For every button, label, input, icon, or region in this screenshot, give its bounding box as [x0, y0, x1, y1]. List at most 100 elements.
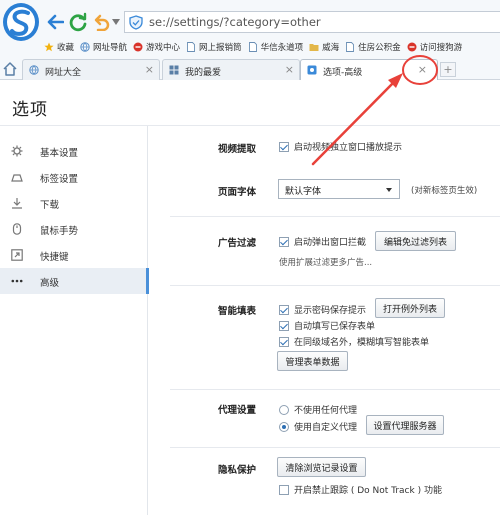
section-label: 页面字体	[218, 187, 257, 198]
open-exceptions-button[interactable]: 打开例外列表	[375, 298, 445, 318]
bookmark-item[interactable]: 收藏	[44, 38, 74, 56]
new-tab-button[interactable]: +	[440, 62, 456, 77]
no-proxy-option[interactable]: 不使用任何代理	[279, 403, 357, 416]
bookmark-item[interactable]: 华信永道项	[248, 38, 304, 56]
page-title: 选项	[12, 100, 48, 120]
checkbox[interactable]	[279, 336, 289, 347]
settings-sidebar: 基本设置 标签设置 下载 鼠标手势 快捷键 高级	[0, 126, 149, 515]
bookmark-item[interactable]: 威海	[309, 38, 339, 56]
shield-icon	[129, 15, 143, 30]
close-icon[interactable]: ×	[418, 63, 427, 76]
option-text: 自动填写已保存表单	[294, 322, 376, 332]
bookmark-label: 威海	[322, 43, 340, 53]
section-label: 智能填表	[218, 306, 257, 317]
close-icon[interactable]: ×	[285, 63, 294, 76]
checkbox[interactable]	[279, 236, 289, 247]
clear-history-settings-button[interactable]: 清除浏览记录设置	[277, 457, 366, 477]
sidebar-item-tabs[interactable]: 标签设置	[0, 164, 148, 190]
bookmark-item[interactable]: 游戏中心	[133, 38, 180, 56]
sidebar-item-download[interactable]: 下载	[0, 190, 148, 216]
tab-settings-advanced[interactable]: 选项-高级 ×	[300, 59, 438, 80]
more-filters-link[interactable]: 使用扩展过滤更多广告...	[279, 256, 372, 268]
chevron-down-icon[interactable]	[112, 19, 120, 25]
section-label: 广告过滤	[218, 238, 257, 249]
sidebar-item-mouse-gestures[interactable]: 鼠标手势	[0, 216, 148, 242]
sidebar-item-label: 高级	[40, 278, 60, 289]
section-proxy: 代理设置 不使用任何代理 使用自定义代理 设置代理服务器	[149, 390, 500, 447]
globe-icon	[80, 42, 90, 52]
sidebar-item-advanced[interactable]: 高级	[0, 268, 149, 294]
globe-icon	[29, 65, 39, 75]
page-icon	[187, 42, 195, 52]
sidebar-item-label: 快捷键	[40, 252, 69, 263]
download-icon	[12, 198, 22, 209]
bookmark-item[interactable]: 住房公积金	[345, 38, 401, 56]
fuzzy-fill-option[interactable]: 在同级域名外，模糊填写智能表单	[279, 335, 429, 348]
bookmark-label: 收藏	[57, 43, 75, 53]
star-icon	[44, 42, 54, 52]
video-popup-option[interactable]: 启动视频独立窗口播放提示	[279, 140, 402, 153]
sidebar-item-label: 标签设置	[40, 174, 79, 185]
mouse-icon	[12, 223, 22, 235]
tab-strip: 网址大全 × 我的最爱 × 选项-高级 × +	[0, 58, 500, 80]
edit-whitelist-button[interactable]: 编辑免过滤列表	[375, 231, 456, 251]
refresh-icon[interactable]	[68, 12, 88, 32]
option-text: 不使用任何代理	[294, 406, 358, 416]
close-icon[interactable]: ×	[145, 63, 154, 76]
more-icon	[11, 279, 23, 283]
sidebar-item-label: 基本设置	[40, 148, 79, 159]
tab-label: 网址大全	[45, 68, 82, 78]
radio[interactable]	[279, 421, 289, 432]
tab-url-directory[interactable]: 网址大全 ×	[22, 59, 160, 80]
bookmark-label: 游戏中心	[146, 43, 181, 53]
game-icon	[407, 42, 417, 52]
bookmark-item[interactable]: 网上报销筒	[186, 38, 242, 56]
sidebar-item-label: 下载	[40, 200, 60, 211]
browser-chrome: se://settings/?category=other 收藏 网址导航 游戏中心…	[0, 0, 500, 80]
tab-favorites[interactable]: 我的最爱 ×	[162, 59, 300, 80]
bookmark-label: 华信永道项	[260, 43, 304, 53]
bookmark-label: 网址导航	[93, 43, 128, 53]
font-select[interactable]: 默认字体	[278, 179, 400, 199]
settings-page-icon	[307, 65, 317, 75]
bookmark-item[interactable]: 网址导航	[80, 38, 127, 56]
radio[interactable]	[279, 404, 289, 415]
checkbox[interactable]	[279, 484, 289, 495]
back-icon[interactable]	[46, 14, 64, 30]
shortcut-icon	[11, 249, 23, 261]
section-label: 代理设置	[218, 405, 257, 416]
option-text: 在同级域名外，模糊填写智能表单	[294, 338, 430, 348]
page-icon	[346, 42, 355, 52]
sidebar-item-label: 鼠标手势	[40, 226, 79, 237]
gear-icon	[11, 145, 23, 157]
grid-icon	[169, 65, 179, 75]
checkbox[interactable]	[279, 141, 289, 152]
bookmark-item[interactable]: 访问搜狗游	[407, 38, 463, 56]
sidebar-item-shortcuts[interactable]: 快捷键	[0, 242, 148, 268]
undo-icon[interactable]	[92, 13, 110, 31]
autofill-saved-option[interactable]: 自动填写已保存表单	[279, 319, 375, 332]
section-font: 页面字体 默认字体 (对新标签页生效)	[149, 176, 500, 216]
section-ad-filter: 广告过滤 启动弹出窗口拦截 编辑免过滤列表 使用扩展过滤更多广告...	[149, 217, 500, 285]
font-hint: (对新标签页生效)	[411, 186, 478, 196]
do-not-track-option[interactable]: 开启禁止跟踪 ( Do Not Track ) 功能	[279, 483, 442, 496]
option-text: 启动视频独立窗口播放提示	[294, 143, 403, 153]
checkbox[interactable]	[279, 320, 289, 331]
checkbox[interactable]	[279, 304, 289, 315]
home-icon[interactable]	[2, 61, 18, 76]
url-text: se://settings/?category=other	[149, 15, 321, 29]
set-proxy-server-button[interactable]: 设置代理服务器	[366, 415, 444, 435]
address-bar[interactable]: se://settings/?category=other	[124, 11, 500, 33]
custom-proxy-option[interactable]: 使用自定义代理	[279, 420, 357, 433]
tab-label: 我的最爱	[185, 68, 222, 78]
section-autofill: 智能填表 显示密码保存提示 打开例外列表 自动填写已保存表单 在同级域名外，模糊…	[149, 286, 500, 389]
font-select-value: 默认字体	[285, 187, 322, 197]
chevron-down-icon	[386, 188, 392, 192]
popup-block-option[interactable]: 启动弹出窗口拦截	[279, 235, 366, 248]
section-label: 视频提取	[218, 144, 257, 155]
bookmark-label: 访问搜狗游	[419, 43, 463, 53]
manage-form-data-button[interactable]: 管理表单数据	[277, 351, 348, 371]
password-prompt-option[interactable]: 显示密码保存提示	[279, 303, 366, 316]
section-privacy: 隐私保护 清除浏览记录设置 开启禁止跟踪 ( Do Not Track ) 功能	[149, 448, 500, 515]
sidebar-item-basic[interactable]: 基本设置	[0, 138, 148, 164]
